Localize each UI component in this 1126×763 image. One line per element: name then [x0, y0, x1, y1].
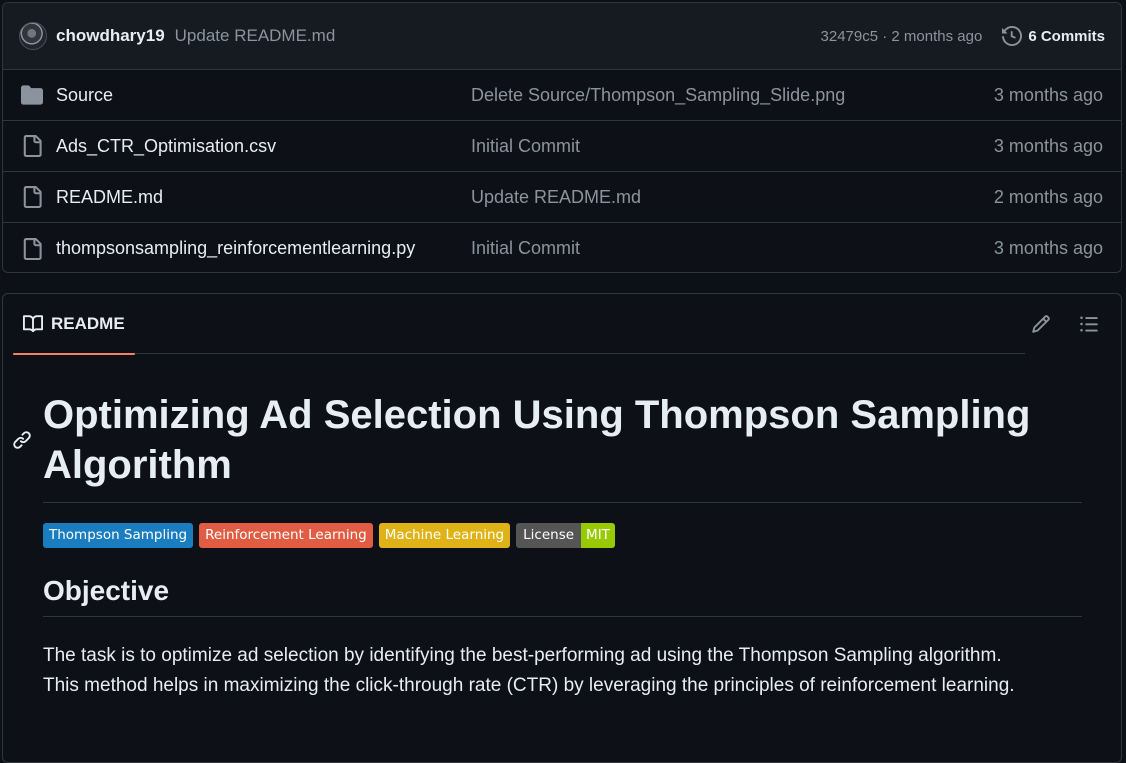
badge-license-label: License — [516, 523, 582, 548]
file-commit-message-link[interactable]: Update README.md — [471, 187, 641, 208]
file-commit-date: 3 months ago — [993, 238, 1103, 258]
latest-commit-bar: chowdhary19 Update README.md 32479c5 · 2… — [3, 3, 1121, 70]
badge-machine-learning[interactable]: Machine Learning — [378, 523, 511, 548]
readme-article: Optimizing Ad Selection Using Thompson S… — [13, 390, 1082, 701]
badge-reinforcement-learning[interactable]: Reinforcement Learning — [199, 523, 373, 548]
file-icon — [21, 237, 43, 260]
pencil-icon[interactable] — [1031, 314, 1051, 334]
file-name-link[interactable]: Source — [56, 85, 471, 106]
paragraph-line: The task is to optimize ad selection by … — [43, 645, 1002, 666]
badge-license-value: MIT — [581, 523, 615, 548]
file-name-link[interactable]: Ads_CTR_Optimisation.csv — [56, 136, 471, 157]
book-icon — [23, 315, 43, 333]
commit-author-link[interactable]: chowdhary19 — [56, 26, 165, 46]
list-outline-icon[interactable] — [1079, 314, 1099, 334]
file-commit-date: 2 months ago — [993, 186, 1103, 207]
readme-actions — [1031, 314, 1101, 334]
link-anchor-icon[interactable] — [12, 430, 32, 450]
history-icon — [1002, 26, 1023, 46]
section-heading-objective: Objective — [43, 574, 1082, 617]
file-icon — [21, 186, 43, 208]
file-name-link[interactable]: README.md — [56, 187, 471, 208]
file-commit-message-link[interactable]: Initial Commit — [471, 238, 580, 259]
commit-hash-time[interactable]: 32479c5 · 2 months ago — [821, 28, 983, 45]
badge-thompson-sampling[interactable]: Thompson Sampling — [43, 523, 194, 548]
commits-history-button[interactable]: 6 Commits — [1002, 26, 1105, 46]
file-commit-date: 3 months ago — [993, 135, 1103, 156]
tab-readme-label: README — [51, 314, 125, 333]
file-commit-message-link[interactable]: Initial Commit — [471, 136, 580, 157]
folder-icon — [21, 84, 43, 106]
readme-title-text: Optimizing Ad Selection Using Thompson S… — [43, 393, 1031, 487]
readme-panel: README Optimizing Ad Selection Using Tho… — [2, 293, 1122, 763]
tab-readme[interactable]: README — [13, 294, 135, 355]
objective-paragraph: The task is to optimize ad selection by … — [43, 641, 1082, 701]
file-row-ads-csv[interactable]: Ads_CTR_Optimisation.csv Initial Commit … — [3, 121, 1121, 172]
readme-title: Optimizing Ad Selection Using Thompson S… — [13, 390, 1082, 503]
commit-message-link[interactable]: Update README.md — [175, 26, 336, 46]
badge-row: Thompson Sampling Reinforcement Learning… — [43, 523, 1082, 548]
commits-count-label: 6 Commits — [1028, 27, 1105, 45]
file-icon — [21, 135, 43, 157]
badge-license[interactable]: License MIT — [516, 523, 615, 548]
file-row-python-script[interactable]: thompsonsampling_reinforcementlearning.p… — [3, 223, 1121, 272]
readme-header: README — [3, 294, 1121, 355]
file-commit-date: 3 months ago — [993, 84, 1103, 105]
paragraph-line: This method helps in maximizing the clic… — [43, 675, 1015, 696]
avatar[interactable] — [19, 22, 47, 50]
file-commit-message-link[interactable]: Delete Source/Thompson_Sampling_Slide.pn… — [471, 85, 845, 106]
file-browser: chowdhary19 Update README.md 32479c5 · 2… — [2, 2, 1122, 273]
file-row-readme[interactable]: README.md Update README.md 2 months ago — [3, 172, 1121, 223]
file-row-source[interactable]: Source Delete Source/Thompson_Sampling_S… — [3, 70, 1121, 121]
file-name-link[interactable]: thompsonsampling_reinforcementlearning.p… — [56, 238, 471, 259]
